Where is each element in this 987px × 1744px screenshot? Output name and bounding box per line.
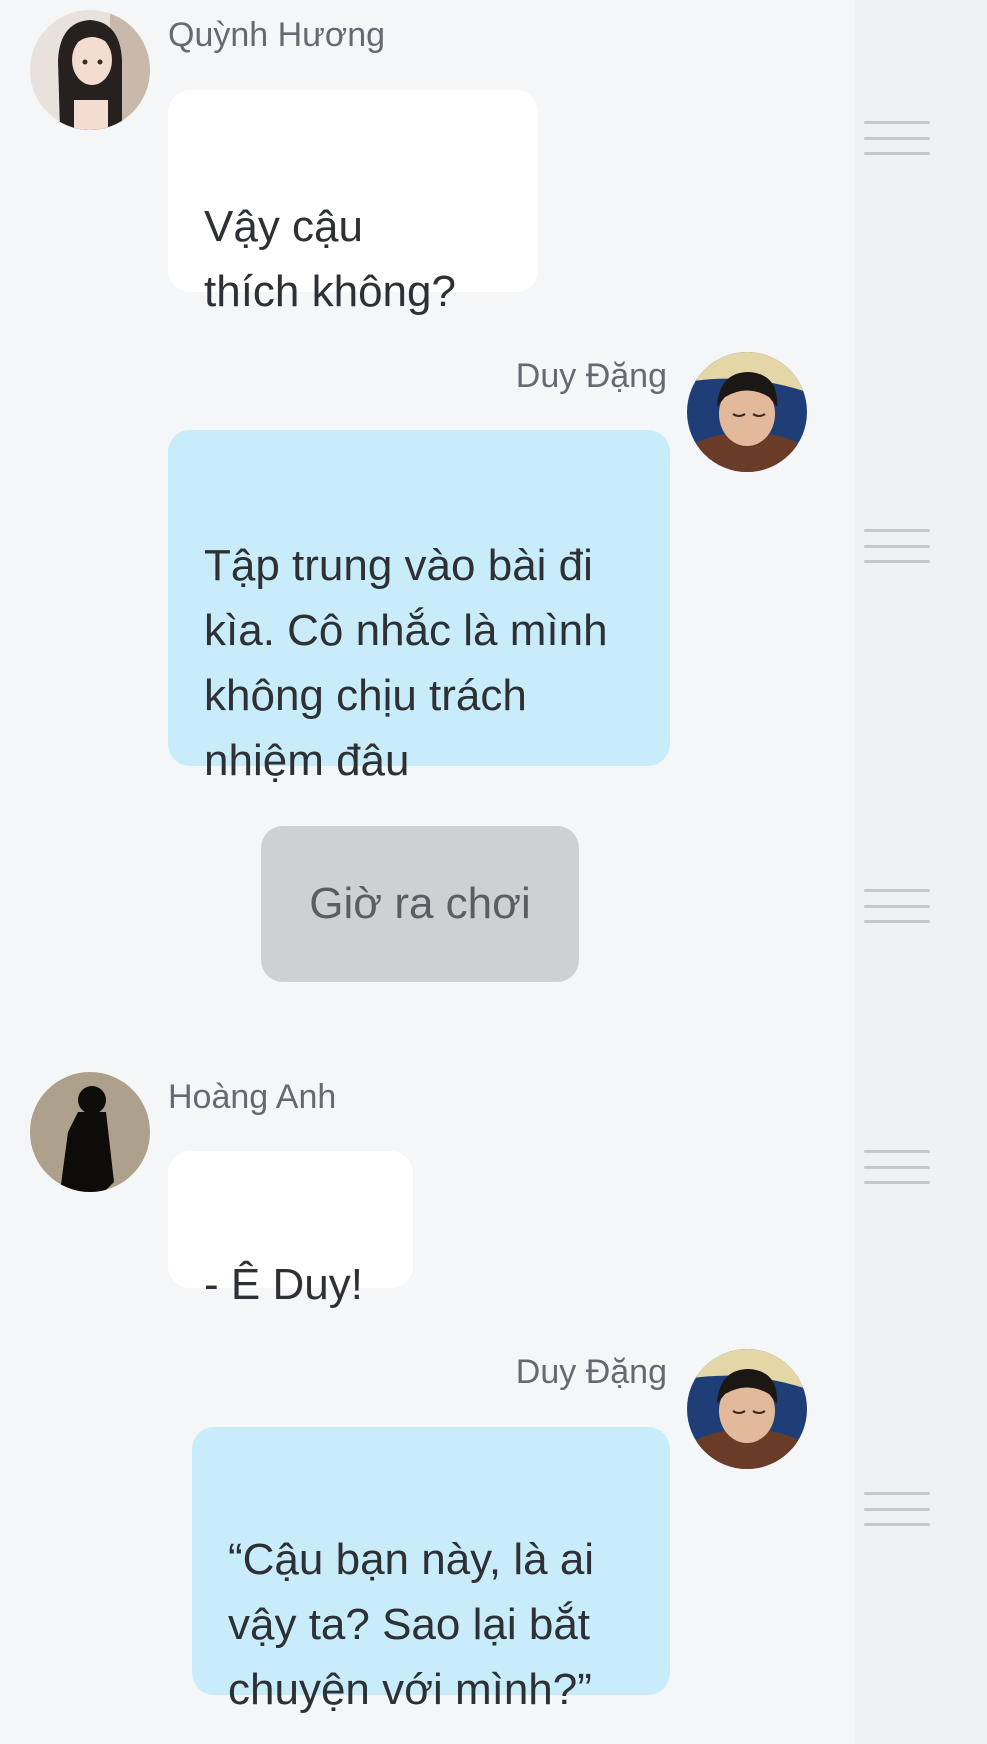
- sender-name: Duy Đặng: [515, 357, 667, 395]
- narration-bubble[interactable]: Giờ ra chơi: [261, 826, 579, 982]
- message-text: “Cậu bạn này, là ai vậy ta? Sao lại bắt …: [228, 1535, 595, 1714]
- avatar-duy-dang: [687, 1349, 807, 1469]
- message-text: - Ê Duy!: [204, 1260, 363, 1309]
- sender-name: Hoàng Anh: [168, 1078, 337, 1116]
- avatar-hoang-anh: [30, 1072, 150, 1192]
- reorder-rail: [855, 0, 987, 1744]
- drag-handle-icon[interactable]: [864, 1492, 930, 1526]
- sender-name: Duy Đặng: [515, 1353, 667, 1391]
- message-bubble[interactable]: Vậy cậu thích không?: [168, 90, 538, 316]
- message-text: Vậy cậu thích không?: [204, 202, 456, 316]
- drag-handle-icon[interactable]: [864, 889, 930, 923]
- message-bubble[interactable]: “Cậu bạn này, là ai vậy ta? Sao lại bắt …: [192, 1427, 670, 1714]
- message-text: Tập trung vào bài đi kìa. Cô nhắc là mìn…: [204, 541, 608, 785]
- narration-text: Giờ ra chơi: [309, 879, 531, 928]
- drag-handle-icon[interactable]: [864, 1150, 930, 1184]
- message-bubble[interactable]: - Ê Duy!: [168, 1151, 413, 1309]
- avatar-quynh-huong: [30, 10, 150, 130]
- message-bubble[interactable]: Tập trung vào bài đi kìa. Cô nhắc là mìn…: [168, 430, 670, 785]
- avatar-duy-dang: [687, 352, 807, 472]
- drag-handle-icon[interactable]: [864, 121, 930, 155]
- sender-name: Quỳnh Hương: [168, 16, 386, 54]
- drag-handle-icon[interactable]: [864, 529, 930, 563]
